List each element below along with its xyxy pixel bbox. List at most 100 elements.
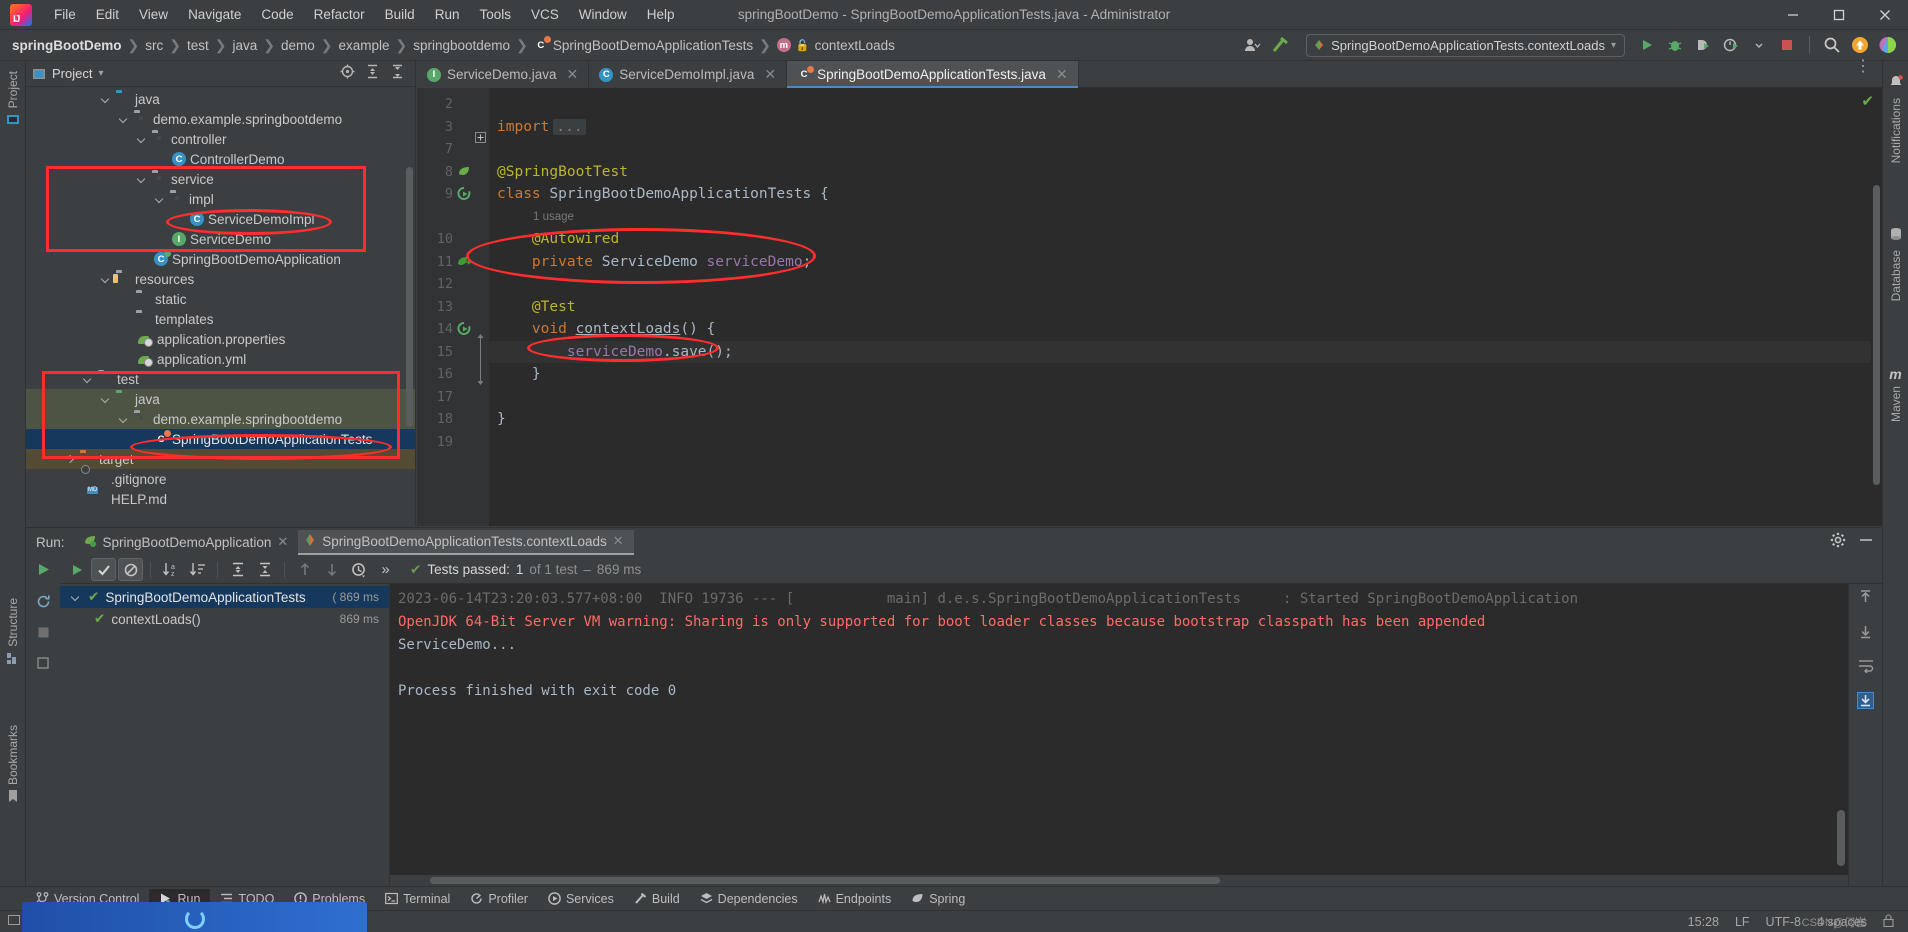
chevron-down-icon[interactable] — [70, 591, 82, 603]
spring-bean-navigate-gutter-icon[interactable] — [453, 255, 475, 269]
toolwindow-profiler[interactable]: Profiler — [460, 889, 538, 909]
status-lock-icon[interactable] — [1883, 913, 1894, 930]
status-line-separator[interactable]: LF — [1735, 915, 1750, 929]
chevron-down-icon[interactable] — [154, 193, 166, 205]
tree-node-package-test[interactable]: demo.example.springbootdemo — [26, 409, 415, 429]
close-icon[interactable]: ✕ — [567, 66, 579, 83]
tree-node-impl[interactable]: impl — [26, 189, 415, 209]
run-configuration-selector[interactable]: SpringBootDemoApplicationTests.contextLo… — [1306, 33, 1625, 57]
breadcrumb-test-class[interactable]: C SpringBootDemoApplicationTests — [534, 36, 753, 53]
tree-node-application-properties[interactable]: application.properties — [26, 329, 415, 349]
editor-tab-springboot-application-tests[interactable]: C SpringBootDemoApplicationTests.java ✕ — [787, 61, 1079, 88]
chevron-down-icon[interactable] — [1747, 33, 1771, 57]
tree-node-controller[interactable]: controller — [26, 129, 415, 149]
console-scrollbar[interactable] — [1837, 588, 1845, 866]
chevron-down-icon[interactable] — [100, 273, 112, 285]
breadcrumb-demo[interactable]: demo — [281, 38, 315, 53]
sidebar-item-project[interactable]: Project — [0, 65, 25, 132]
menu-run[interactable]: Run — [425, 3, 470, 26]
sidebar-item-structure[interactable]: Structure — [0, 592, 25, 671]
debug-button[interactable] — [1663, 33, 1687, 57]
tree-node-service[interactable]: service — [26, 169, 415, 189]
breadcrumb-test[interactable]: test — [187, 38, 209, 53]
settings-icon[interactable] — [1830, 532, 1846, 553]
breadcrumb-springbootdemo[interactable]: springbootdemo — [413, 38, 510, 53]
menu-file[interactable]: File — [44, 3, 86, 26]
editor-tab-service-demo[interactable]: I ServiceDemo.java ✕ — [417, 61, 590, 88]
menu-code[interactable]: Code — [251, 3, 303, 26]
breadcrumb-project[interactable]: springBootDemo — [12, 38, 122, 53]
editor-more-options-icon[interactable]: ⋮ — [1855, 59, 1872, 75]
tree-node-controller-demo[interactable]: C ControllerDemo — [26, 149, 415, 169]
editor-scrollbar-thumb[interactable] — [1873, 185, 1880, 485]
breadcrumb-java[interactable]: java — [232, 38, 257, 53]
run-tab-springboot-application[interactable]: SpringBootDemoApplication ✕ — [77, 531, 299, 554]
tree-node-service-demo-impl[interactable]: C ServiceDemoImpl — [26, 209, 415, 229]
tree-node-java-test[interactable]: java — [26, 389, 415, 409]
menu-refactor[interactable]: Refactor — [304, 3, 375, 26]
chevron-down-icon[interactable] — [82, 373, 94, 385]
run-test-gutter-icon[interactable] — [453, 187, 475, 201]
tree-node-package-main[interactable]: demo.example.springbootdemo — [26, 109, 415, 129]
run-with-coverage-button[interactable] — [1691, 33, 1715, 57]
tree-node-help-md[interactable]: HELP.md — [26, 489, 415, 509]
menu-view[interactable]: View — [129, 3, 178, 26]
run-test-gutter-icon[interactable] — [453, 322, 475, 336]
breadcrumb-src[interactable]: src — [145, 38, 163, 53]
menu-window[interactable]: Window — [569, 3, 637, 26]
menu-tools[interactable]: Tools — [469, 3, 521, 26]
toolwindow-spring[interactable]: Spring — [901, 889, 975, 909]
chevron-down-icon[interactable] — [136, 173, 148, 185]
toolwindow-terminal[interactable]: Terminal — [375, 889, 460, 909]
test-tree-row-class[interactable]: ✔ SpringBootDemoApplicationTests ( 869 m… — [60, 586, 389, 608]
inspection-status-icon[interactable]: ✔ — [1861, 92, 1874, 110]
tree-node-application-yml[interactable]: application.yml — [26, 349, 415, 369]
ai-assistant-icon[interactable] — [1876, 33, 1900, 57]
minimize-button[interactable] — [1770, 0, 1816, 30]
toolwindow-build[interactable]: Build — [624, 889, 690, 909]
close-icon[interactable]: ✕ — [764, 66, 776, 83]
ide-update-icon[interactable] — [1848, 33, 1872, 57]
menu-navigate[interactable]: Navigate — [178, 3, 251, 26]
collapse-all-icon[interactable] — [390, 64, 405, 84]
close-icon[interactable]: ✕ — [613, 533, 624, 549]
status-encoding[interactable]: UTF-8 — [1766, 915, 1801, 929]
scroll-up-icon[interactable] — [1858, 590, 1873, 610]
breadcrumb-method[interactable]: m 🔓 contextLoads — [776, 38, 895, 53]
toolwindow-services[interactable]: Services — [538, 889, 624, 909]
chevron-down-icon[interactable] — [118, 413, 130, 425]
scroll-down-icon[interactable] — [1858, 624, 1873, 644]
search-everywhere-icon[interactable] — [1820, 33, 1844, 57]
stop-button[interactable] — [1775, 33, 1799, 57]
close-icon[interactable]: ✕ — [277, 534, 288, 550]
toolwindow-endpoints[interactable]: Endpoints — [808, 889, 902, 909]
project-tree[interactable]: java demo.example.springbootdemo control… — [26, 87, 415, 526]
stop-button[interactable] — [37, 626, 50, 644]
sidebar-item-database[interactable]: Database — [1889, 221, 1903, 307]
expand-all-button[interactable] — [225, 558, 250, 581]
console-output[interactable]: 2023-06-14T23:20:03.577+08:00 INFO 19736… — [390, 584, 1848, 886]
more-actions-button[interactable]: » — [373, 558, 398, 581]
tree-node-java-main[interactable]: java — [26, 89, 415, 109]
tree-node-resources[interactable]: resources — [26, 269, 415, 289]
editor-tab-service-demo-impl[interactable]: C ServiceDemoImpl.java ✕ — [589, 61, 788, 88]
sidebar-item-notifications[interactable]: Notifications — [1889, 69, 1903, 169]
build-hammer-icon[interactable] — [1268, 33, 1292, 57]
hide-icon[interactable] — [1858, 532, 1874, 553]
breadcrumb-example[interactable]: example — [338, 38, 389, 53]
toolwindow-dependencies[interactable]: Dependencies — [690, 889, 808, 909]
notification-popup[interactable] — [22, 902, 367, 932]
rerun-failed-tests-button[interactable] — [36, 594, 51, 614]
run-button[interactable] — [1635, 33, 1659, 57]
collapsed-imports-fold[interactable]: ... — [553, 118, 586, 135]
menu-edit[interactable]: Edit — [86, 3, 129, 26]
chevron-down-icon[interactable] — [136, 133, 148, 145]
code-editor[interactable]: 2 3 7 8 9 10 11 12 13 14 15 16 17 18 19 … — [417, 88, 1882, 526]
expand-all-icon[interactable] — [365, 64, 380, 84]
tree-node-springboot-application[interactable]: C SpringBootDemoApplication — [26, 249, 415, 269]
project-tree-scrollbar[interactable] — [406, 167, 413, 427]
sort-by-duration-button[interactable] — [185, 558, 210, 581]
spring-bean-gutter-icon[interactable] — [453, 165, 475, 179]
sidebar-item-maven[interactable]: m Maven — [1889, 360, 1903, 428]
test-history-button[interactable] — [346, 558, 371, 581]
